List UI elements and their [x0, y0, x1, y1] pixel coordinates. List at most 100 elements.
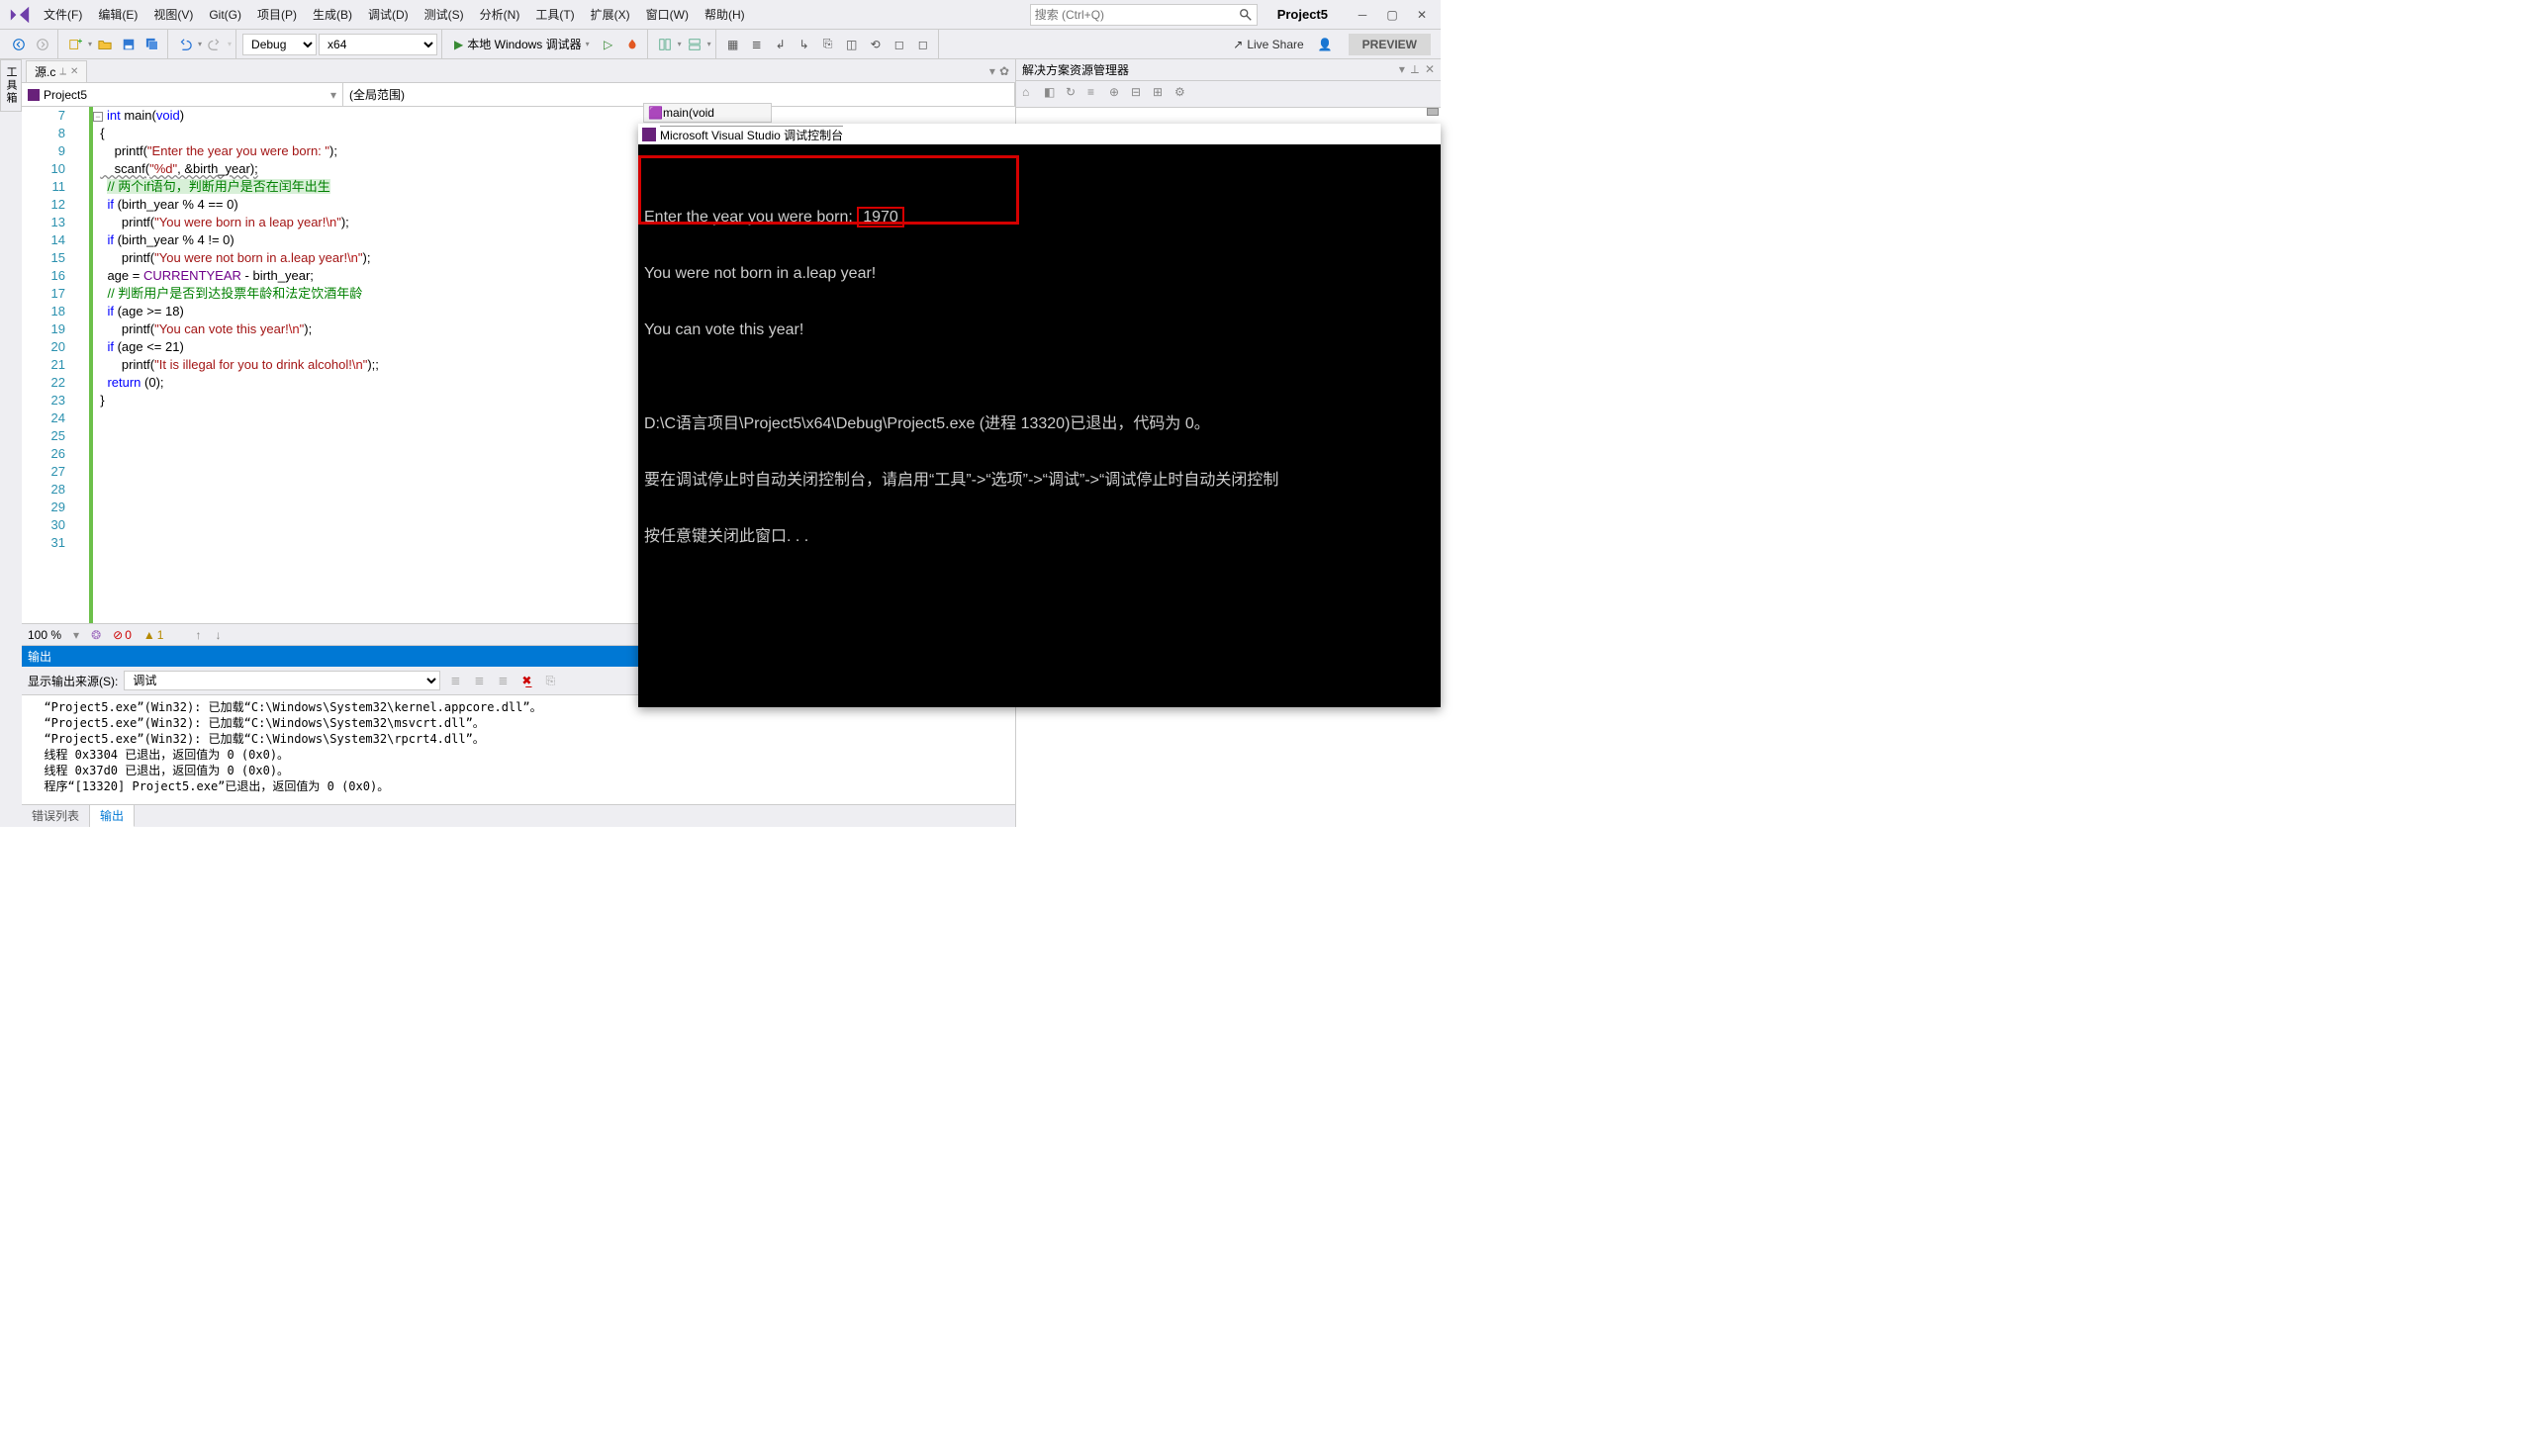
- platform-select[interactable]: x64: [319, 34, 437, 55]
- out-btn-2[interactable]: ≣: [470, 672, 488, 689]
- tab-settings-icon[interactable]: ✿: [999, 64, 1009, 78]
- warning-icon: ▲: [143, 628, 155, 642]
- menu-build[interactable]: 生成(B): [305, 2, 360, 27]
- sol-tb-7[interactable]: ⊞: [1153, 85, 1171, 103]
- live-share-button[interactable]: ↗ Live Share 👤: [1225, 38, 1340, 51]
- menu-analyze[interactable]: 分析(N): [472, 2, 528, 27]
- toolbar-btn-a[interactable]: [654, 34, 676, 55]
- clear-output-icon[interactable]: ✖̲: [517, 672, 535, 689]
- out-btn-1[interactable]: ≣: [446, 672, 464, 689]
- output-text[interactable]: “Project5.exe”(Win32): 已加载“C:\Windows\Sy…: [22, 695, 1015, 804]
- menu-extensions[interactable]: 扩展(X): [583, 2, 638, 27]
- sol-tb-6[interactable]: ⊟: [1131, 85, 1149, 103]
- tab-close-icon[interactable]: ✕: [70, 66, 78, 77]
- toolbar-icon-6[interactable]: ◫: [841, 34, 863, 55]
- doc-tab-source[interactable]: 源.c ⟂ ✕: [26, 60, 87, 82]
- nav-forward-button[interactable]: [32, 34, 53, 55]
- sol-tb-1[interactable]: ⌂: [1022, 85, 1040, 103]
- close-button[interactable]: ✕: [1407, 4, 1437, 26]
- solution-header[interactable]: 解决方案资源管理器 ▾ ⟂ ✕: [1016, 59, 1441, 81]
- new-item-button[interactable]: ✚: [64, 34, 86, 55]
- open-button[interactable]: [94, 34, 116, 55]
- menu-git[interactable]: Git(G): [201, 4, 249, 26]
- console-body[interactable]: Enter the year you were born: 1970 You w…: [638, 145, 1441, 590]
- sol-tb-5[interactable]: ⊕: [1109, 85, 1127, 103]
- health-icon[interactable]: ❂: [91, 628, 101, 642]
- tab-error-list[interactable]: 错误列表: [22, 805, 90, 827]
- solution-scrollbar[interactable]: [1427, 108, 1439, 116]
- tab-dropdown-icon[interactable]: ▾: [989, 64, 995, 78]
- sol-tb-2[interactable]: ◧: [1044, 85, 1062, 103]
- warning-count[interactable]: ▲1: [143, 628, 164, 642]
- output-source-label: 显示输出来源(S):: [28, 673, 118, 689]
- console-line: D:\C语言项目\Project5\x64\Debug\Project5.exe…: [644, 414, 1435, 433]
- toolbar-icon-9[interactable]: ◻: [912, 34, 934, 55]
- nav-bar: Project5 ▾ (全局范围): [22, 83, 1015, 107]
- tab-output[interactable]: 输出: [90, 805, 135, 827]
- console-line: You were not born in a.leap year!: [644, 264, 1435, 283]
- toolbar-icon-8[interactable]: ◻: [889, 34, 910, 55]
- sol-close-icon[interactable]: ✕: [1425, 62, 1435, 77]
- zoom-level[interactable]: 100 %: [28, 628, 61, 642]
- console-user-input: 1970: [857, 207, 904, 228]
- nav-back-button[interactable]: [8, 34, 30, 55]
- menu-view[interactable]: 视图(V): [145, 2, 201, 27]
- start-debug-button[interactable]: ▶ 本地 Windows 调试器 ▾: [448, 34, 596, 55]
- menu-window[interactable]: 窗口(W): [638, 2, 697, 27]
- out-btn-3[interactable]: ≣: [494, 672, 512, 689]
- toolbar-icon-7[interactable]: ⟲: [865, 34, 887, 55]
- start-no-debug-button[interactable]: ▷: [598, 34, 619, 55]
- redo-button[interactable]: [204, 34, 226, 55]
- nav-project-combo[interactable]: Project5 ▾: [22, 83, 343, 106]
- sol-tb-4[interactable]: ≡: [1087, 85, 1105, 103]
- minimize-button[interactable]: ─: [1348, 4, 1377, 26]
- console-titlebar[interactable]: Microsoft Visual Studio 调试控制台: [638, 124, 1441, 145]
- menu-bar: 文件(F) 编辑(E) 视图(V) Git(G) 项目(P) 生成(B) 调试(…: [0, 0, 1441, 30]
- console-line: 按任意键关闭此窗口. . .: [644, 527, 1435, 546]
- solution-toolbar: ⌂ ◧ ↻ ≡ ⊕ ⊟ ⊞ ⚙: [1016, 81, 1441, 108]
- undo-button[interactable]: [174, 34, 196, 55]
- pin-icon[interactable]: ⟂: [59, 66, 66, 77]
- menu-tools[interactable]: 工具(T): [527, 2, 582, 27]
- sol-tb-8[interactable]: ⚙: [1174, 85, 1192, 103]
- toolbox-tab[interactable]: 工具箱: [0, 59, 22, 112]
- save-all-button[interactable]: [141, 34, 163, 55]
- toolbar-icon-1[interactable]: ▦: [722, 34, 744, 55]
- preview-button[interactable]: PREVIEW: [1349, 34, 1431, 55]
- menu-help[interactable]: 帮助(H): [697, 2, 753, 27]
- bottom-tabs: 错误列表 输出: [22, 804, 1015, 827]
- menu-edit[interactable]: 编辑(E): [90, 2, 145, 27]
- sol-pin-icon[interactable]: ⟂: [1411, 62, 1419, 77]
- toolbar-icon-3[interactable]: ↲: [770, 34, 792, 55]
- sol-dropdown-icon[interactable]: ▾: [1399, 62, 1405, 77]
- menu-file[interactable]: 文件(F): [36, 2, 90, 27]
- search-icon: [1239, 8, 1253, 22]
- toolbar-icon-4[interactable]: ↳: [794, 34, 815, 55]
- error-count[interactable]: ⊘0: [113, 628, 132, 642]
- hot-reload-button[interactable]: [621, 34, 643, 55]
- config-select[interactable]: Debug: [242, 34, 317, 55]
- project-name: Project5: [1277, 7, 1328, 22]
- out-btn-5[interactable]: ⎘: [541, 672, 559, 689]
- svg-text:✚: ✚: [78, 39, 82, 45]
- sol-tb-3[interactable]: ↻: [1066, 85, 1083, 103]
- chevron-down-icon: ▾: [330, 88, 336, 102]
- menu-debug[interactable]: 调试(D): [360, 2, 417, 27]
- toolbar-icon-5[interactable]: ⎘: [817, 34, 839, 55]
- search-input[interactable]: [1035, 8, 1239, 22]
- debug-console-window[interactable]: Microsoft Visual Studio 调试控制台 Enter the …: [638, 124, 1441, 707]
- project-icon: [28, 89, 40, 101]
- search-box[interactable]: [1030, 4, 1258, 26]
- menu-project[interactable]: 项目(P): [249, 2, 305, 27]
- output-source-select[interactable]: 调试: [124, 671, 440, 690]
- toolbar-icon-2[interactable]: ≣: [746, 34, 768, 55]
- maximize-button[interactable]: ▢: [1377, 4, 1407, 26]
- hidden-doc-tab[interactable]: 🟪 main(void: [643, 103, 772, 123]
- nav-down-icon[interactable]: ↓: [215, 628, 221, 642]
- toolbar-btn-b[interactable]: [684, 34, 705, 55]
- nav-up-icon[interactable]: ↑: [195, 628, 201, 642]
- save-button[interactable]: [118, 34, 140, 55]
- debugger-label: 本地 Windows 调试器: [467, 36, 581, 52]
- menu-test[interactable]: 测试(S): [417, 2, 472, 27]
- account-icon[interactable]: 👤: [1318, 38, 1333, 51]
